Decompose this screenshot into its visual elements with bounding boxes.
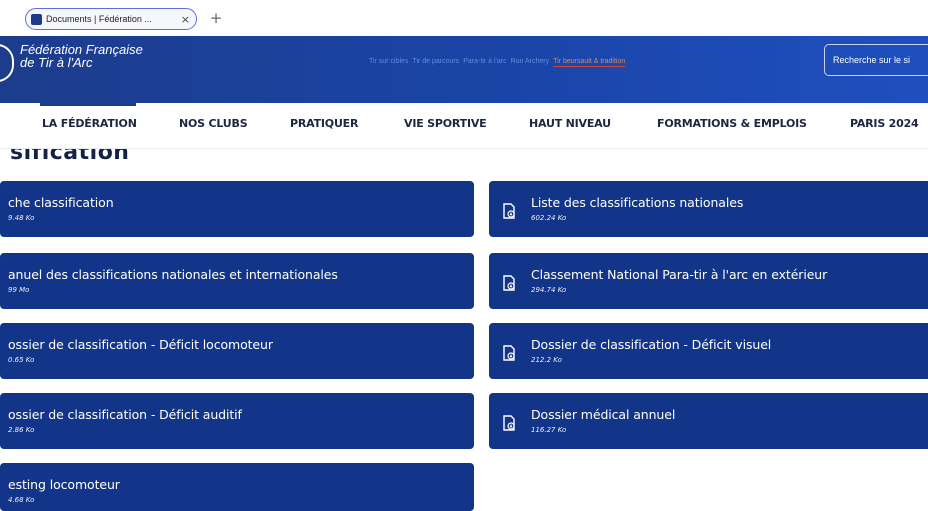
active-nav-indicator bbox=[40, 103, 136, 106]
pdf-document-icon bbox=[503, 275, 515, 291]
document-card[interactable]: anuel des classifications nationales et … bbox=[0, 253, 474, 309]
document-card[interactable]: Dossier de classification - Déficit visu… bbox=[489, 323, 928, 379]
document-size: 116.27 Ko bbox=[531, 426, 567, 434]
document-card[interactable]: che classification 9.48 Ko bbox=[0, 181, 474, 237]
pdf-document-icon bbox=[503, 345, 515, 361]
tab-close-icon[interactable]: × bbox=[181, 13, 190, 26]
document-size: 602.24 Ko bbox=[531, 214, 567, 222]
link-run-archery[interactable]: Run Archery bbox=[511, 58, 550, 67]
document-card[interactable]: Dossier médical annuel 116.27 Ko bbox=[489, 393, 928, 449]
site-favicon-icon bbox=[31, 13, 42, 25]
nav-paris-2024[interactable]: PARIS 2024 bbox=[850, 117, 919, 130]
brand-line-2: de Tir à l'Arc bbox=[20, 55, 93, 70]
site-brand[interactable]: Fédération Française de Tir à l'Arc bbox=[20, 43, 143, 69]
document-card[interactable]: Classement National Para-tir à l'arc en … bbox=[489, 253, 928, 309]
document-title: ossier de classification - Déficit audit… bbox=[8, 407, 242, 422]
browser-tab-strip: Documents | Fédération ... × + bbox=[0, 0, 928, 36]
main-navigation: LA FÉDÉRATION NOS CLUBS PRATIQUER VIE SP… bbox=[0, 103, 928, 149]
nav-nos-clubs[interactable]: NOS CLUBS bbox=[179, 117, 248, 130]
nav-haut-niveau[interactable]: HAUT NIVEAU bbox=[529, 117, 611, 130]
ffta-logo-icon[interactable] bbox=[0, 44, 14, 82]
document-card[interactable]: esting locomoteur 4.68 Ko bbox=[0, 463, 474, 511]
document-title: Liste des classifications nationales bbox=[531, 195, 744, 210]
new-tab-button[interactable]: + bbox=[207, 7, 225, 29]
link-para-tir[interactable]: Para-tir à l'arc bbox=[463, 58, 506, 67]
document-card[interactable]: Liste des classifications nationales 602… bbox=[489, 181, 928, 237]
document-title: Dossier médical annuel bbox=[531, 407, 676, 422]
document-card[interactable]: ossier de classification - Déficit locom… bbox=[0, 323, 474, 379]
site-header-banner: Fédération Française de Tir à l'Arc Tir … bbox=[0, 36, 928, 103]
document-title: Dossier de classification - Déficit visu… bbox=[531, 337, 772, 352]
document-size: 9.48 Ko bbox=[8, 214, 35, 222]
document-title: anuel des classifications nationales et … bbox=[8, 267, 338, 282]
document-size: 4.68 Ko bbox=[8, 496, 35, 504]
nav-la-federation[interactable]: LA FÉDÉRATION bbox=[42, 117, 137, 130]
document-card[interactable]: ossier de classification - Déficit audit… bbox=[0, 393, 474, 449]
link-tir-de-parcours[interactable]: Tir de parcours bbox=[412, 58, 459, 67]
browser-tab[interactable]: Documents | Fédération ... × bbox=[25, 8, 197, 30]
document-size: 2.86 Ko bbox=[8, 426, 35, 434]
link-tir-sur-cibles[interactable]: Tir sur cibles bbox=[369, 58, 408, 67]
document-title: Classement National Para-tir à l'arc en … bbox=[531, 267, 828, 282]
nav-formations-emplois[interactable]: FORMATIONS & EMPLOIS bbox=[657, 117, 807, 130]
document-size: 99 Mo bbox=[8, 286, 30, 294]
document-title: ossier de classification - Déficit locom… bbox=[8, 337, 273, 352]
document-title: che classification bbox=[8, 195, 114, 210]
document-title: esting locomoteur bbox=[8, 477, 120, 492]
pdf-document-icon bbox=[503, 203, 515, 219]
pdf-document-icon bbox=[503, 415, 515, 431]
site-search-input[interactable]: Recherche sur le si bbox=[824, 44, 928, 76]
discipline-links: Tir sur cibles Tir de parcours Para-tir … bbox=[369, 58, 626, 67]
nav-vie-sportive[interactable]: VIE SPORTIVE bbox=[404, 117, 487, 130]
document-size: 294.74 Ko bbox=[531, 286, 567, 294]
nav-pratiquer[interactable]: PRATIQUER bbox=[290, 117, 358, 130]
tab-title: Documents | Fédération ... bbox=[46, 14, 152, 24]
document-size: 0.65 Ko bbox=[8, 356, 35, 364]
link-tir-beursault[interactable]: Tir beursault & tradition bbox=[553, 58, 626, 67]
document-size: 212.2 Ko bbox=[531, 356, 562, 364]
